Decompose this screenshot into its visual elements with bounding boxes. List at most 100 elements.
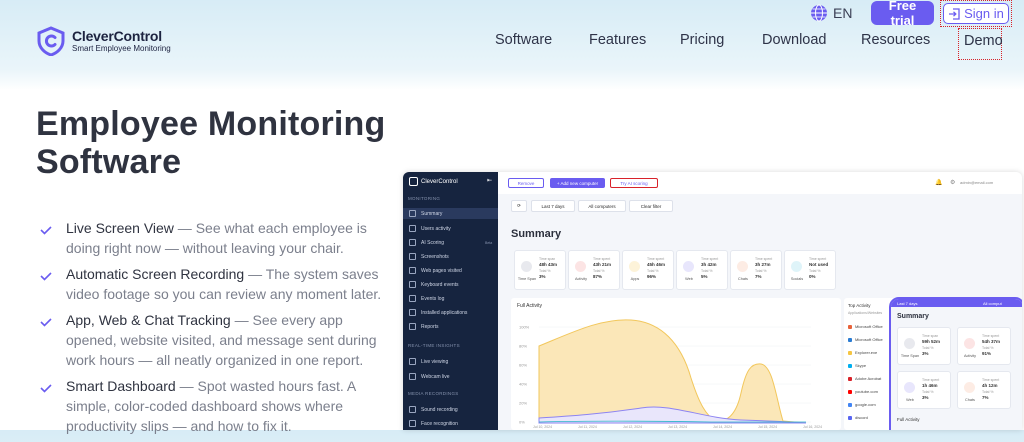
card-key-1: Time spent bbox=[922, 378, 940, 382]
summary-card: Activity Time spent 43h 21m Total % 87% bbox=[568, 250, 620, 290]
feature-title: Live Screen View bbox=[66, 220, 174, 236]
x-tick-label: Jul 13, 2024 bbox=[668, 425, 687, 429]
sidebar-section-media: MEDIA RECORDINGS bbox=[408, 391, 459, 396]
feature-title: Automatic Screen Recording bbox=[66, 266, 245, 282]
nav-download[interactable]: Download bbox=[762, 32, 827, 48]
sidebar-item-label: AI Scoring bbox=[421, 239, 445, 246]
globe-icon bbox=[811, 4, 827, 22]
language-label: EN bbox=[833, 5, 853, 21]
card-label: Time Span bbox=[900, 354, 920, 358]
sidebar-item-summary: Summary bbox=[403, 208, 498, 219]
check-icon bbox=[40, 226, 52, 235]
x-tick-label: Jul 11, 2024 bbox=[578, 425, 597, 429]
card-label: Chats bbox=[738, 277, 748, 281]
mobile-full-activity: Full Activity bbox=[897, 417, 920, 422]
card-value-1: 48h 43m bbox=[539, 262, 558, 267]
app-icon bbox=[848, 389, 852, 394]
card-value-2: 3% bbox=[922, 351, 929, 356]
remove-button: Remove bbox=[508, 178, 544, 188]
feature-item: App, Web & Chat Tracking — See every app… bbox=[40, 310, 385, 370]
card-label: Time Span bbox=[517, 277, 537, 281]
sidebar-item-events-log: Events log bbox=[403, 293, 498, 304]
sign-in-button[interactable]: Sign in bbox=[943, 3, 1009, 24]
card-key-1: Time spent bbox=[593, 257, 611, 261]
summary-card: Apps Time spent 45h 46m Total % 96% bbox=[622, 250, 674, 290]
summary-card: Web Time spent 3h 42m Total % 5% bbox=[676, 250, 728, 290]
app-icon bbox=[848, 324, 852, 329]
card-value-1: 1h 46m bbox=[922, 383, 938, 388]
keyboard-icon bbox=[409, 281, 416, 288]
webcam-icon bbox=[409, 373, 416, 380]
shield-c-logo-icon bbox=[37, 26, 65, 56]
y-tick-label: 100% bbox=[519, 325, 530, 330]
sign-in-label: Sign in bbox=[964, 6, 1004, 21]
card-icon bbox=[904, 338, 915, 349]
sidebar-item-keyboard-events: Keyboard events bbox=[403, 279, 498, 290]
sidebar-item-label: Face recognition bbox=[421, 420, 458, 427]
nav-features[interactable]: Features bbox=[589, 32, 646, 48]
top-activity-name: Explorer.exe bbox=[855, 350, 878, 355]
card-value-1: Not used bbox=[809, 262, 829, 267]
app-logo: CleverControl bbox=[409, 177, 458, 186]
refresh-button: ⟳ bbox=[511, 200, 527, 212]
site-logo[interactable]: CleverControl Smart Employee Monitoring bbox=[36, 26, 171, 56]
app-brand: CleverControl bbox=[421, 178, 458, 185]
card-value-2: 3% bbox=[922, 395, 929, 400]
card-value-2: 96% bbox=[647, 274, 657, 279]
gear-icon: ⚙ bbox=[950, 180, 956, 186]
card-icon bbox=[629, 261, 640, 272]
y-tick-label: 0% bbox=[519, 420, 525, 425]
nav-software[interactable]: Software bbox=[495, 32, 552, 48]
x-tick-label: Jul 12, 2024 bbox=[623, 425, 642, 429]
users-icon bbox=[409, 225, 416, 232]
app-icon bbox=[848, 402, 852, 407]
add-computer-button: + Add new computer bbox=[550, 178, 605, 188]
card-value-2: 7% bbox=[982, 395, 989, 400]
card-label: Apps bbox=[630, 277, 640, 281]
collapse-arrow-icon: ⇤ bbox=[487, 178, 493, 184]
sidebar-item-label: Reports bbox=[421, 323, 439, 330]
demo-highlight: Demo bbox=[958, 28, 1003, 60]
language-selector[interactable]: EN bbox=[810, 4, 852, 22]
feature-list: Live Screen View — See what each employe… bbox=[40, 218, 385, 442]
sidebar-item-label: Events log bbox=[421, 295, 445, 302]
grid-icon bbox=[409, 210, 416, 217]
card-key-1: Time spent bbox=[701, 257, 719, 261]
x-tick-label: Jul 16, 2024 bbox=[803, 425, 822, 429]
check-icon bbox=[40, 272, 52, 281]
card-value-1: 4h 12m bbox=[982, 383, 998, 388]
y-tick-label: 40% bbox=[519, 382, 527, 387]
card-value-1: 45h 46m bbox=[647, 262, 666, 267]
card-key-2: Total % bbox=[647, 269, 659, 273]
card-key-1: Time spent bbox=[755, 257, 773, 261]
user-email: admin@email.com bbox=[960, 180, 994, 185]
logo-tagline: Smart Employee Monitoring bbox=[72, 44, 171, 53]
y-tick-label: 80% bbox=[519, 344, 527, 349]
top-activity-item: google.com bbox=[848, 402, 876, 407]
free-trial-button[interactable]: Free trial bbox=[871, 0, 934, 28]
card-key-2: Total % bbox=[539, 269, 551, 273]
card-label: Activity bbox=[574, 277, 588, 281]
top-activity-item: discord bbox=[848, 415, 868, 420]
sidebar-item-webcam-live: Webcam live bbox=[403, 371, 498, 382]
ai-scoring-button: Try AI scoring bbox=[610, 178, 658, 188]
card-label: Chats bbox=[965, 398, 975, 402]
nav-pricing[interactable]: Pricing bbox=[680, 32, 724, 48]
x-tick-label: Jul 15, 2024 bbox=[758, 425, 777, 429]
card-label: Web bbox=[906, 398, 914, 402]
card-value-1: 3h 27m bbox=[755, 262, 771, 267]
app-topbar: Remove + Add new computer Try AI scoring… bbox=[498, 172, 1022, 194]
hero-title-line-1: Employee Monitoring bbox=[36, 105, 386, 143]
card-icon bbox=[575, 261, 586, 272]
sidebar-item-label: Summary bbox=[421, 210, 443, 217]
nav-resources[interactable]: Resources bbox=[861, 32, 930, 48]
nav-demo[interactable]: Demo bbox=[964, 33, 1003, 49]
sidebar-section-monitoring: MONITORING bbox=[408, 196, 441, 201]
report-icon bbox=[409, 323, 416, 330]
card-value-2: 3% bbox=[539, 274, 546, 279]
card-icon bbox=[791, 261, 802, 272]
card-value-2: 87% bbox=[593, 274, 603, 279]
sidebar-item-users-activity: Users activity bbox=[403, 223, 498, 234]
card-value-2: 0% bbox=[809, 274, 816, 279]
top-activity-name: youtube.com bbox=[855, 389, 878, 394]
